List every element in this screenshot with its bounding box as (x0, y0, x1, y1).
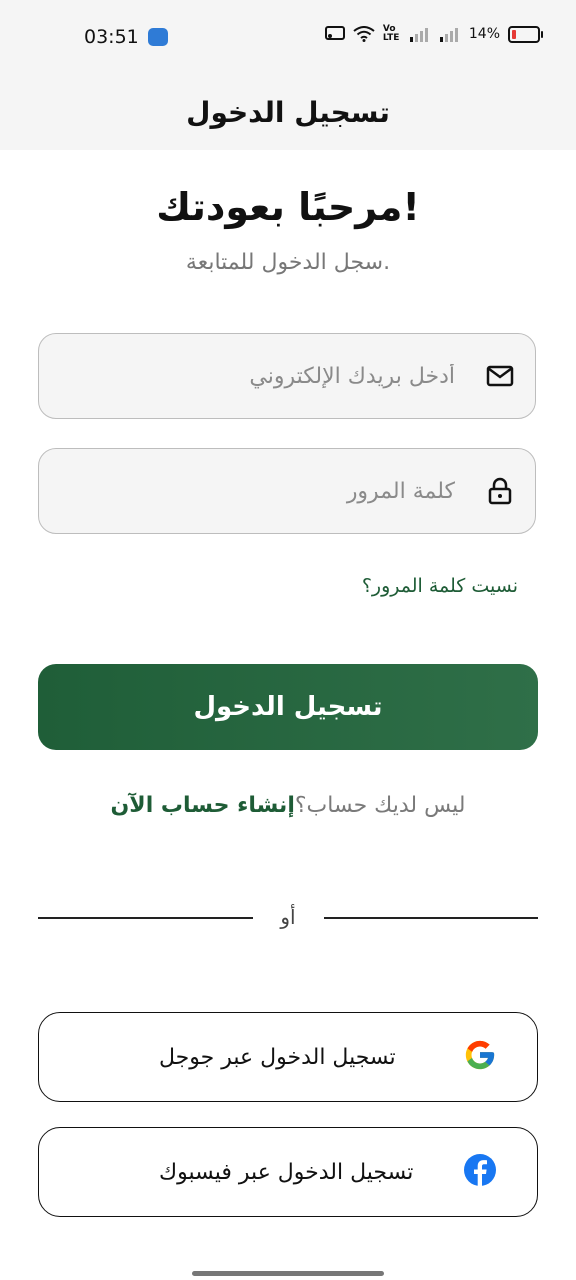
volte-label: Vo LTE (382, 24, 400, 43)
lock-icon (485, 477, 515, 505)
google-login-button[interactable]: تسجيل الدخول عبر جوجل (38, 1012, 538, 1102)
forgot-password-link[interactable]: نسيت كلمة المرور؟ (362, 575, 518, 597)
signup-question: ليس لديك حساب؟ (294, 793, 466, 818)
facebook-login-button[interactable]: تسجيل الدخول عبر فيسبوك (38, 1127, 538, 1217)
home-indicator[interactable] (192, 1271, 384, 1276)
status-time: 03:51 (84, 26, 139, 48)
signal-icon (409, 28, 428, 42)
email-field[interactable] (38, 333, 536, 419)
google-icon (463, 1038, 497, 1076)
signup-row: ليس لديك حساب؟إنشاء حساب الآن (0, 793, 576, 818)
welcome-subtitle: سجل الدخول للمتابعة. (185, 250, 391, 275)
signal-icon-2 (439, 28, 458, 42)
password-field[interactable] (38, 448, 536, 534)
facebook-login-label: تسجيل الدخول عبر فيسبوك (159, 1159, 414, 1185)
welcome-title: مرحبًا بعودتك! (156, 185, 420, 229)
divider-line-left (38, 917, 253, 919)
status-icons: Vo LTE 14% (324, 24, 543, 43)
cast-icon (324, 26, 345, 40)
wifi-icon (353, 26, 375, 42)
create-account-link[interactable]: إنشاء حساب الآن (111, 793, 295, 818)
battery-icon (508, 25, 543, 43)
battery-percent: 14% (468, 26, 500, 42)
email-input[interactable] (59, 362, 457, 390)
divider-line-right (324, 917, 538, 919)
page-title: تسجيل الدخول (186, 95, 390, 129)
battery-fill (512, 29, 516, 39)
facebook-icon (463, 1153, 497, 1191)
divider-label: أو (280, 905, 296, 929)
app-bar: تسجيل الدخول (0, 74, 576, 150)
google-login-label: تسجيل الدخول عبر جوجل (159, 1044, 396, 1070)
login-button[interactable]: تسجيل الدخول (38, 664, 538, 750)
mail-icon (485, 365, 515, 387)
password-input[interactable] (59, 477, 457, 505)
notification-app-icon (148, 28, 168, 46)
status-bar: 03:51 Vo LTE 14% (0, 0, 576, 74)
